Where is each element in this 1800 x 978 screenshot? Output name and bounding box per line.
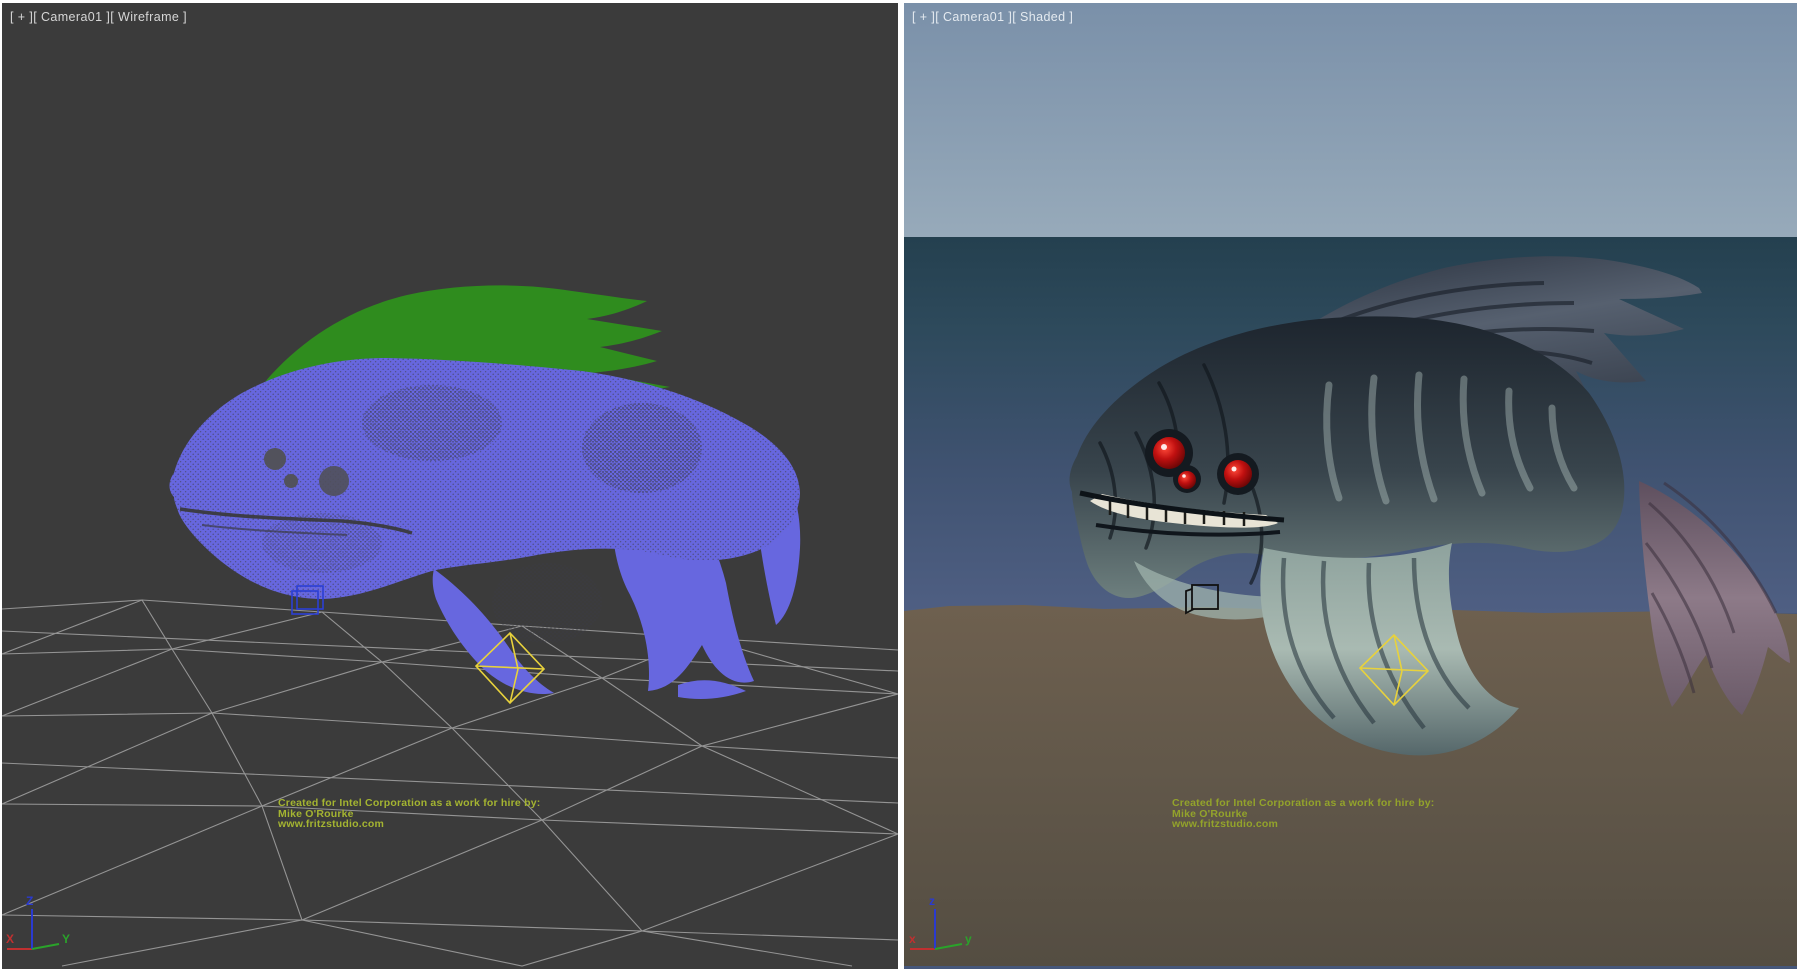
viewport-label-right: [ + ][ Camera01 ][ Shaded ] (912, 10, 1073, 24)
fish-wireframe[interactable] (170, 285, 801, 699)
stipple-patch (362, 385, 502, 461)
fish-eye[interactable] (264, 448, 286, 470)
eye-highlight (1182, 474, 1186, 478)
axis-y-label: Y (62, 932, 70, 946)
axis-z-label: z (929, 894, 935, 908)
mesh-row[interactable] (2, 915, 898, 940)
viewport-menu-general[interactable]: [ + ] (912, 10, 935, 24)
axis-y-label: y (965, 932, 972, 946)
mesh-diagonals[interactable] (2, 649, 898, 746)
viewport-label-left: [ + ][ Camera01 ][ Wireframe ] (10, 10, 187, 24)
viewport-menu-general[interactable]: [ + ] (10, 10, 33, 24)
ground-mesh[interactable] (2, 600, 898, 966)
watermark-text: Created for Intel Corporation as a work … (1172, 798, 1434, 830)
viewport-menu-camera[interactable]: [ Camera01 ] (935, 10, 1012, 24)
axis-x-label: X (6, 932, 14, 946)
screenshot-stage: [ + ][ Camera01 ][ Wireframe ] (0, 0, 1800, 978)
watermark-text: Created for Intel Corporation as a work … (278, 798, 540, 830)
viewport-menu-camera[interactable]: [ Camera01 ] (33, 10, 110, 24)
fish-fin-fragment[interactable] (678, 680, 746, 699)
stipple-patch (492, 563, 602, 643)
fish-eye-large[interactable] (319, 466, 349, 496)
eye-red-mid[interactable] (1224, 460, 1252, 488)
mesh-diagonals[interactable] (62, 920, 852, 966)
axis-z-label: Z (26, 894, 33, 908)
viewport-wireframe[interactable]: [ + ][ Camera01 ][ Wireframe ] (2, 3, 898, 969)
eye-highlight (1232, 467, 1237, 472)
mesh-row[interactable] (2, 713, 898, 758)
eye-red-large[interactable] (1153, 437, 1185, 469)
sky-upper (904, 3, 1797, 237)
axis-gizmo: X Z Y (6, 894, 70, 949)
mesh-line[interactable] (2, 631, 898, 671)
axis-x-label: x (909, 932, 916, 946)
fish-eye-small[interactable] (284, 474, 298, 488)
box-helper[interactable] (292, 586, 323, 614)
viewport-shaded[interactable]: [ + ][ Camera01 ][ Shaded ] (904, 3, 1797, 969)
stipple-patch (582, 403, 702, 493)
viewport-menu-shading[interactable]: [ Shaded ] (1012, 10, 1073, 24)
eye-highlight (1161, 444, 1167, 450)
eye-red-small[interactable] (1178, 471, 1196, 489)
viewport-menu-shading[interactable]: [ Wireframe ] (110, 10, 187, 24)
